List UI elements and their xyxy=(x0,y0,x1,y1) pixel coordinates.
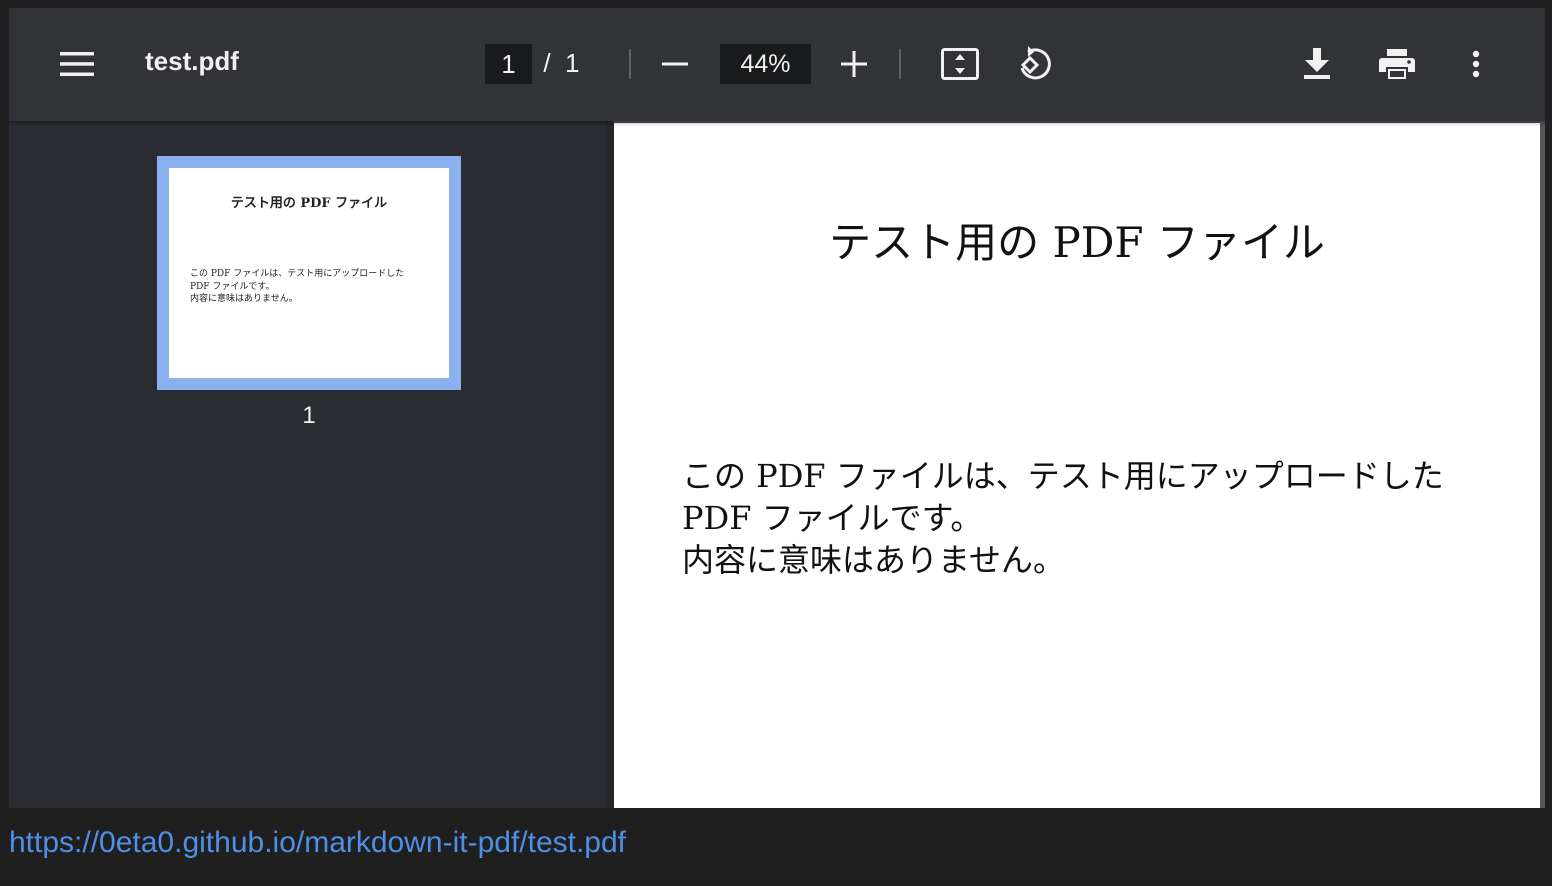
thumbnail-body-line: 内容に意味はありません。 xyxy=(190,294,298,304)
page-separator: / xyxy=(543,48,551,78)
pdf-body-line: この PDF ファイルは、テスト用にアップロードした xyxy=(682,457,1444,495)
pdf-body-line: 内容に意味はありません。 xyxy=(682,541,1066,579)
pdf-body-line: PDF ファイルです。 xyxy=(682,499,983,537)
more-vertical-icon xyxy=(1472,50,1480,78)
menu-button[interactable] xyxy=(55,44,99,84)
zoom-in-button[interactable] xyxy=(834,44,874,84)
pdf-page: テスト用の PDF ファイル この PDF ファイルは、テスト用にアップロードし… xyxy=(614,123,1540,808)
thumbnail-page-number: 1 xyxy=(302,402,316,429)
print-button[interactable] xyxy=(1375,42,1419,86)
more-options-button[interactable] xyxy=(1461,44,1491,84)
document-title: test.pdf xyxy=(145,46,239,76)
thumbnail-title: テスト用の PDF ファイル xyxy=(230,196,388,211)
document-view[interactable]: テスト用の PDF ファイル この PDF ファイルは、テスト用にアップロードし… xyxy=(614,121,1545,808)
toolbar-divider xyxy=(629,49,631,79)
thumbnail-body-line: PDF ファイルです。 xyxy=(190,281,275,292)
zoom-out-button[interactable] xyxy=(655,44,695,84)
print-icon xyxy=(1379,49,1415,79)
thumbnail-body: この PDF ファイルは、テスト用にアップロードした PDF ファイルです。 内… xyxy=(190,268,440,306)
pdf-viewer: test.pdf / 1 xyxy=(9,8,1545,808)
page-thumbnail[interactable]: テスト用の PDF ファイル この PDF ファイルは、テスト用にアップロードし… xyxy=(157,156,461,390)
sidebar-resize-handle[interactable] xyxy=(606,121,614,808)
download-button[interactable] xyxy=(1297,42,1337,86)
thumbnail-body-line: この PDF ファイルは、テスト用にアップロードした xyxy=(190,269,405,279)
plus-icon xyxy=(841,51,867,77)
page-number-input[interactable] xyxy=(485,44,532,84)
thumbnail-sidebar: テスト用の PDF ファイル この PDF ファイルは、テスト用にアップロードし… xyxy=(9,121,606,808)
rotate-counterclockwise-icon xyxy=(1020,46,1051,80)
fit-to-page-button[interactable] xyxy=(938,44,982,84)
minus-icon xyxy=(662,62,688,66)
thumbnail-page-preview: テスト用の PDF ファイル この PDF ファイルは、テスト用にアップロードし… xyxy=(169,168,449,378)
download-icon xyxy=(1304,48,1330,79)
pdf-page-title: テスト用の PDF ファイル xyxy=(829,218,1325,267)
toolbar-divider xyxy=(899,49,901,79)
rotate-button[interactable] xyxy=(1012,42,1056,86)
toolbar: test.pdf / 1 xyxy=(9,8,1545,121)
pdf-page-body: この PDF ファイルは、テスト用にアップロードした PDF ファイルです。 内… xyxy=(682,455,1522,581)
fit-to-page-icon xyxy=(941,48,979,80)
status-bar-url[interactable]: https://0eta0.github.io/markdown-it-pdf/… xyxy=(9,826,626,860)
page-total: 1 xyxy=(565,48,580,78)
menu-icon xyxy=(60,52,94,76)
zoom-level-input[interactable] xyxy=(720,44,811,84)
